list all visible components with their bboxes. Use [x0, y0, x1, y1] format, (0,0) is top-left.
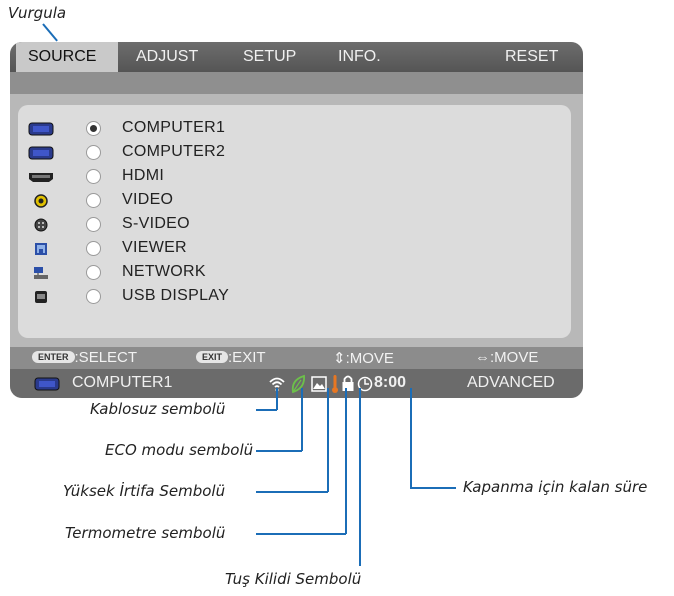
- source-row-viewer[interactable]: VIEWER: [18, 237, 571, 261]
- source-label: VIDEO: [122, 191, 174, 208]
- wireless-callout-line: [276, 388, 278, 410]
- tab-info[interactable]: INFO.: [338, 42, 381, 72]
- eco-callout-line: [301, 388, 303, 451]
- enter-key-badge: ENTER: [32, 351, 75, 363]
- status-mode: ADVANCED: [467, 374, 555, 391]
- altitude-callout-line: [256, 491, 328, 493]
- source-label: USB DISPLAY: [122, 287, 230, 304]
- source-radio[interactable]: [86, 217, 101, 232]
- key-lock-icon: [342, 375, 354, 391]
- source-label: VIEWER: [122, 239, 187, 256]
- exit-help: EXIT:EXIT: [196, 349, 266, 366]
- wireless-callout: Kablosuz sembolü: [90, 400, 226, 418]
- thermometer-callout: Termometre sembolü: [65, 524, 226, 542]
- highlight-callout: Vurgula: [8, 4, 67, 22]
- move-horizontal-help: ⇔:MOVE: [475, 349, 539, 366]
- source-radio[interactable]: [86, 121, 101, 136]
- viewer-icon: [35, 243, 47, 255]
- source-radio[interactable]: [86, 145, 101, 160]
- exit-key-badge: EXIT: [196, 351, 229, 363]
- source-label: HDMI: [122, 167, 165, 184]
- key-lock-callout-line: [359, 388, 361, 566]
- vga-port-icon: [28, 146, 54, 160]
- svideo-port-icon: [34, 218, 48, 232]
- source-row-network[interactable]: NETWORK: [18, 261, 571, 285]
- tab-setup[interactable]: SETUP: [243, 42, 296, 72]
- source-list-panel: COMPUTER1 COMPUTER2 HDMI VIDEO S-VIDEO V…: [18, 105, 571, 338]
- highlight-callout-line: [42, 23, 58, 42]
- sub-tab-bar: [10, 72, 583, 94]
- source-row-computer2[interactable]: COMPUTER2: [18, 141, 571, 165]
- off-timer-value: 8:00: [374, 374, 407, 391]
- eco-callout: ECO modu sembolü: [105, 441, 254, 459]
- usb-display-icon: [35, 291, 47, 303]
- thermometer-icon: [332, 375, 338, 393]
- source-row-svideo[interactable]: S-VIDEO: [18, 213, 571, 237]
- altitude-callout: Yüksek İrtifa Sembolü: [63, 482, 226, 500]
- source-radio[interactable]: [86, 193, 101, 208]
- source-label: S-VIDEO: [122, 215, 190, 232]
- source-radio[interactable]: [86, 265, 101, 280]
- enter-help-text: :SELECT: [74, 349, 138, 366]
- enter-help: ENTER:SELECT: [32, 349, 137, 366]
- source-label: NETWORK: [122, 263, 206, 280]
- exit-help-text: :EXIT: [228, 349, 266, 366]
- move-vertical-help: ⇕:MOVE: [333, 350, 394, 367]
- source-row-computer1[interactable]: COMPUTER1: [18, 117, 571, 141]
- reset-tab[interactable]: RESET: [505, 42, 558, 72]
- network-icon: [34, 267, 48, 279]
- high-altitude-icon: [311, 376, 327, 392]
- altitude-callout-line: [327, 388, 329, 492]
- status-bar: COMPUTER1 8:00 ADVANCED: [10, 369, 583, 398]
- vga-port-icon: [34, 377, 60, 391]
- source-row-video[interactable]: VIDEO: [18, 189, 571, 213]
- off-timer-callout-line: [410, 388, 412, 488]
- eco-callout-line: [256, 450, 302, 452]
- source-row-hdmi[interactable]: HDMI: [18, 165, 571, 189]
- source-row-usb-display[interactable]: USB DISPLAY: [18, 285, 571, 309]
- thermometer-callout-line: [345, 388, 347, 534]
- wireless-callout-line: [256, 409, 277, 411]
- source-radio[interactable]: [86, 289, 101, 304]
- vga-port-icon: [28, 122, 54, 136]
- key-lock-callout: Tuş Kilidi Sembolü: [225, 570, 362, 588]
- hdmi-port-icon: [29, 173, 53, 182]
- thermometer-callout-line: [256, 533, 346, 535]
- off-timer-callout: Kapanma için kalan süre: [463, 478, 648, 496]
- status-source: COMPUTER1: [72, 374, 173, 391]
- menu-tab-bar: SOURCE ADJUST SETUP INFO. RESET: [10, 42, 583, 72]
- off-timer-callout-line: [410, 487, 456, 489]
- source-label: COMPUTER2: [122, 143, 226, 160]
- tab-source[interactable]: SOURCE: [16, 42, 118, 72]
- key-help-bar: ENTER:SELECT EXIT:EXIT ⇕:MOVE ⇔:MOVE: [10, 347, 583, 369]
- osd-menu-window: SOURCE ADJUST SETUP INFO. RESET COMPUTER…: [10, 42, 583, 398]
- rca-video-icon: [34, 194, 48, 208]
- source-radio[interactable]: [86, 241, 101, 256]
- source-label: COMPUTER1: [122, 119, 226, 136]
- eco-leaf-icon: [291, 374, 305, 394]
- tab-adjust[interactable]: ADJUST: [136, 42, 198, 72]
- source-radio[interactable]: [86, 169, 101, 184]
